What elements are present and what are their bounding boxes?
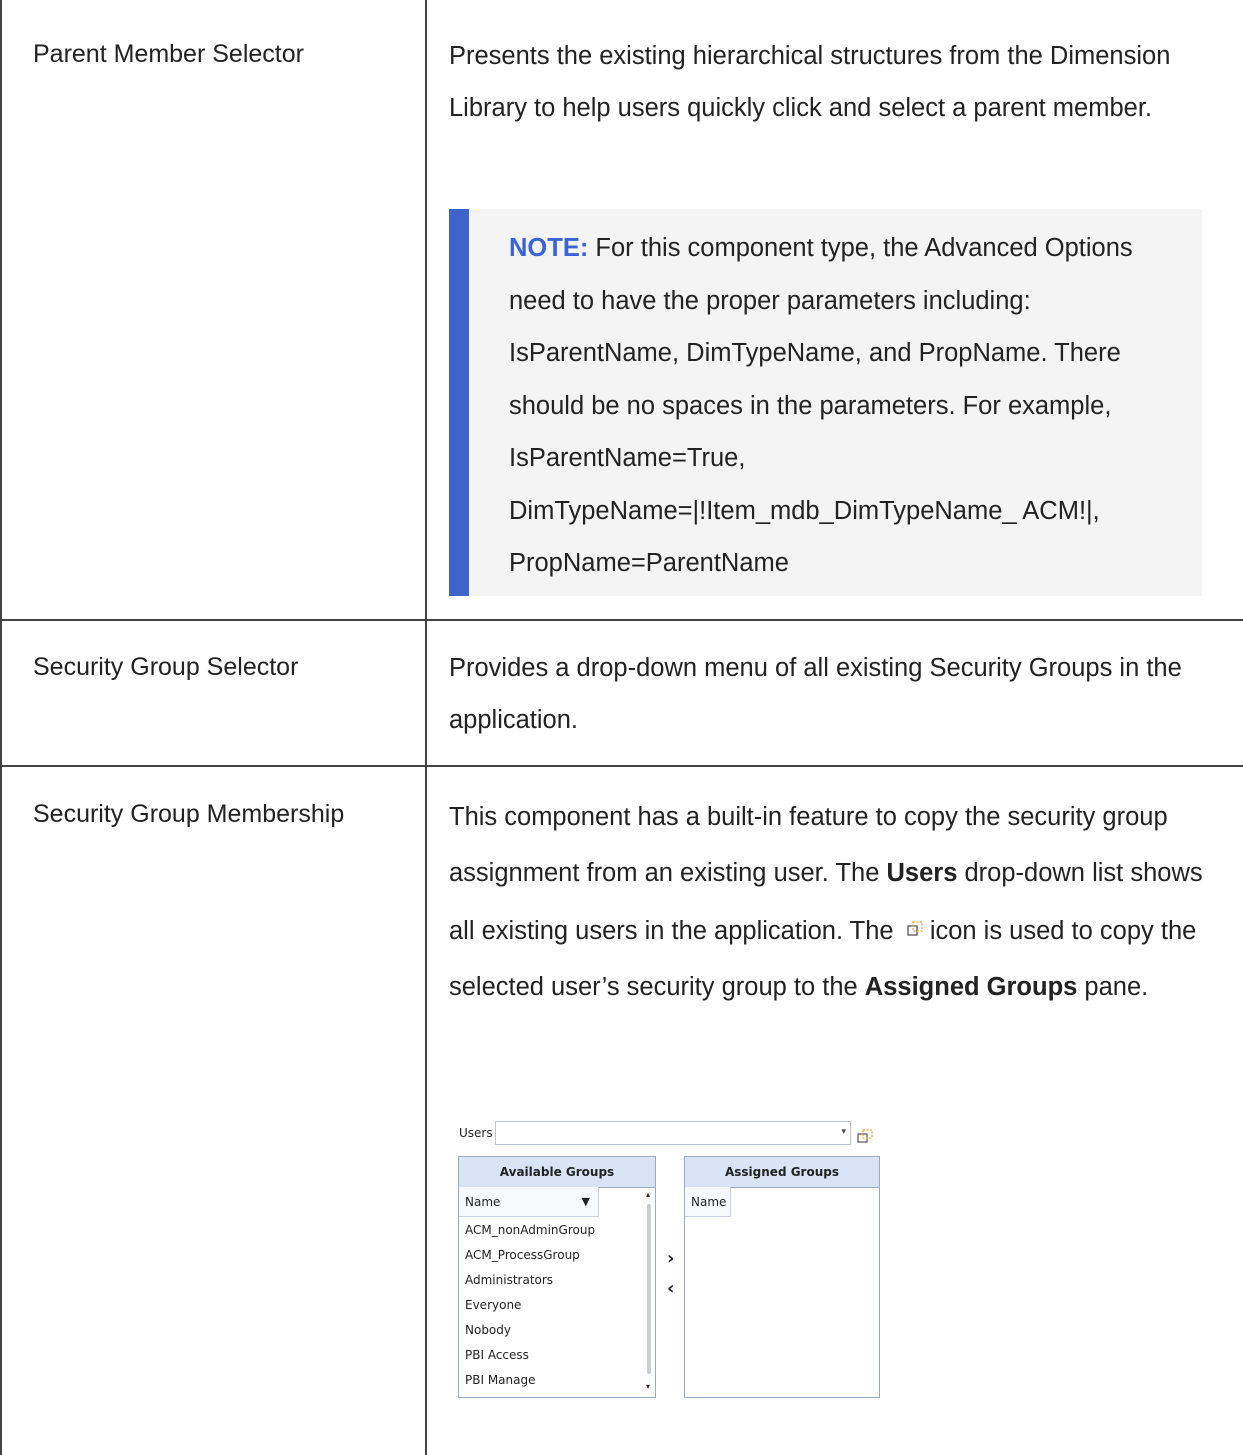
users-dropdown[interactable]: ▾ xyxy=(495,1121,851,1145)
users-label: Users xyxy=(459,1126,493,1140)
available-groups-header: Available Groups xyxy=(459,1157,655,1188)
component-name-security-group-selector: Security Group Selector xyxy=(33,653,299,681)
note-label: NOTE: xyxy=(509,234,589,262)
assigned-groups-header: Assigned Groups xyxy=(685,1157,879,1188)
list-item[interactable]: Administrators xyxy=(465,1273,553,1287)
note-body: For this component type, the Advanced Op… xyxy=(509,234,1133,577)
table-left-border xyxy=(0,0,2,1455)
desc-text: pane. xyxy=(1084,973,1149,1001)
scroll-thumb[interactable] xyxy=(647,1204,651,1374)
users-emphasis: Users xyxy=(886,859,958,887)
scroll-down-icon[interactable]: ▾ xyxy=(646,1382,650,1391)
list-item[interactable]: ACM_ProcessGroup xyxy=(465,1248,580,1262)
assigned-groups-pane: Assigned Groups Name xyxy=(684,1156,880,1398)
copy-icon xyxy=(907,901,923,936)
list-item[interactable]: Everyone xyxy=(465,1298,521,1312)
move-left-button[interactable]: ‹ xyxy=(667,1278,674,1299)
assigned-groups-emphasis: Assigned Groups xyxy=(864,973,1078,1001)
name-column-label: Name xyxy=(465,1195,501,1209)
scroll-up-icon[interactable]: ▴ xyxy=(646,1190,650,1199)
list-item[interactable]: Nobody xyxy=(465,1323,511,1337)
security-group-membership-screenshot: Users ▾ Available Groups Name ▼ ▴ ▾ ACM_… xyxy=(455,1118,885,1408)
dropdown-arrow-icon: ▾ xyxy=(841,1127,846,1137)
name-column-header[interactable]: Name ▼ xyxy=(459,1187,599,1217)
filter-icon[interactable]: ▼ xyxy=(582,1187,590,1217)
move-right-button[interactable]: › xyxy=(667,1248,674,1269)
list-item[interactable]: PBI Manage xyxy=(465,1373,536,1387)
scrollbar[interactable]: ▴ ▾ xyxy=(646,1190,652,1391)
list-item[interactable]: ACM_nonAdminGroup xyxy=(465,1223,595,1237)
note-text: NOTE: For this component type, the Advan… xyxy=(509,222,1149,590)
component-description: Provides a drop-down menu of all existin… xyxy=(449,654,1182,734)
name-column-header[interactable]: Name xyxy=(685,1187,731,1217)
component-description: Presents the existing hierarchical struc… xyxy=(449,42,1171,122)
table-column-divider xyxy=(425,0,427,1455)
component-name-parent-member-selector: Parent Member Selector xyxy=(33,40,304,68)
copy-groups-icon[interactable] xyxy=(856,1128,874,1144)
available-groups-pane: Available Groups Name ▼ ▴ ▾ ACM_nonAdmin… xyxy=(458,1156,656,1398)
row-divider-2 xyxy=(0,765,1243,767)
row-divider-1 xyxy=(0,619,1243,621)
name-column-label: Name xyxy=(691,1195,727,1209)
component-name-security-group-membership: Security Group Membership xyxy=(33,800,345,828)
list-item[interactable]: PBI Access xyxy=(465,1348,529,1362)
component-description-membership: This component has a built-in feature to… xyxy=(449,789,1224,1015)
